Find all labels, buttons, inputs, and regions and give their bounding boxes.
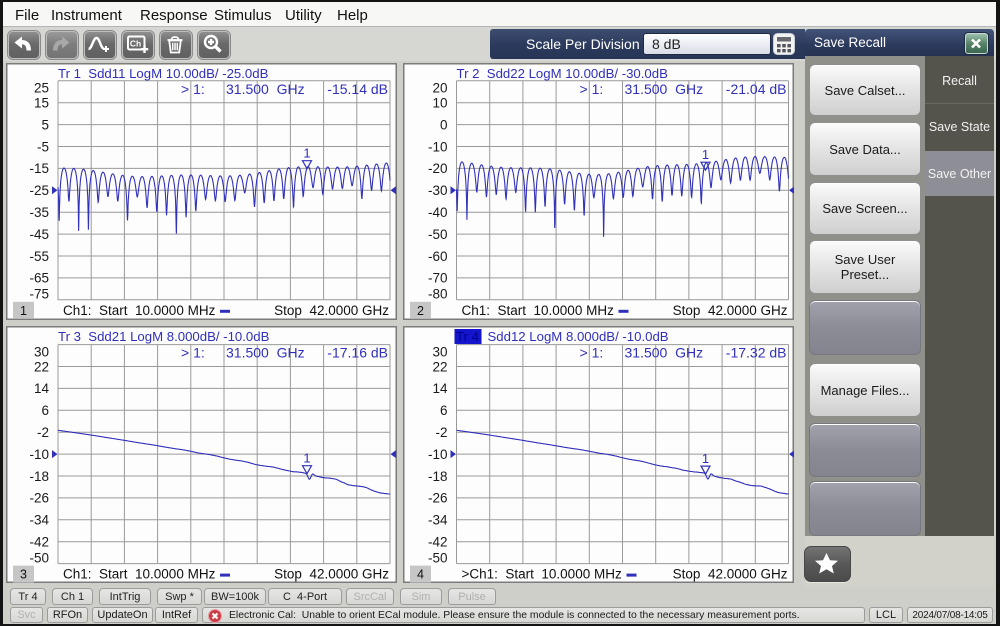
svg-text:1: 1 — [702, 147, 709, 162]
svg-text:30: 30 — [34, 344, 49, 359]
svg-text:-50: -50 — [428, 550, 448, 565]
svg-text:0: 0 — [440, 117, 448, 132]
svg-text:Ch1: Start 10.0000 MHz: Ch1: Start 10.0000 MHz — [63, 567, 216, 582]
svg-text:31.500 GHz: 31.500 GHz — [625, 345, 704, 361]
svg-text:-15.14 dB: -15.14 dB — [327, 81, 388, 97]
svg-text:22: 22 — [34, 359, 49, 374]
svg-text:> 1:: > 1: — [580, 81, 604, 97]
svg-text:-17.32 dB: -17.32 dB — [726, 345, 787, 361]
svg-text:-10: -10 — [428, 139, 448, 154]
svg-text:-50: -50 — [428, 227, 448, 242]
svg-text:Ch1: Start 10.0000 MHz: Ch1: Start 10.0000 MHz — [63, 303, 216, 318]
svg-text:Ch1: Start 10.0000 MHz: Ch1: Start 10.0000 MHz — [462, 303, 615, 318]
svg-text:-26: -26 — [428, 491, 448, 506]
svg-text:Ch: Ch — [130, 39, 141, 49]
svg-text:Stop 42.0000 GHz: Stop 42.0000 GHz — [274, 567, 389, 582]
svg-text:-34: -34 — [428, 513, 448, 528]
svg-text:14: 14 — [34, 381, 50, 396]
svg-text:-30: -30 — [428, 183, 448, 198]
svg-text:-80: -80 — [428, 287, 448, 302]
svg-text:-42: -42 — [428, 535, 448, 550]
svg-text:20: 20 — [432, 81, 447, 96]
svg-text:31.500 GHz: 31.500 GHz — [226, 81, 305, 97]
svg-text:10: 10 — [432, 96, 447, 111]
svg-text:-2: -2 — [435, 425, 447, 440]
svg-text:-20: -20 — [428, 161, 448, 176]
svg-text:-75: -75 — [29, 287, 49, 302]
svg-text:1: 1 — [20, 304, 27, 318]
svg-text:> 1:: > 1: — [181, 81, 205, 97]
svg-text:30: 30 — [432, 344, 447, 359]
svg-text:14: 14 — [432, 381, 448, 396]
svg-text:-60: -60 — [428, 249, 448, 264]
svg-text:-18: -18 — [428, 469, 448, 484]
svg-text:1: 1 — [303, 451, 310, 466]
svg-text:Tr 2 Sdd22 LogM 10.00dB/ -30.: Tr 2 Sdd22 LogM 10.00dB/ -30.0dB — [457, 66, 669, 81]
svg-text:-10: -10 — [428, 447, 448, 462]
svg-text:22: 22 — [432, 359, 447, 374]
svg-text:-45: -45 — [29, 227, 49, 242]
svg-text:6: 6 — [440, 403, 448, 418]
svg-text:31.500 GHz: 31.500 GHz — [625, 81, 704, 97]
svg-text:25: 25 — [34, 81, 49, 96]
svg-text:Stop 42.0000 GHz: Stop 42.0000 GHz — [673, 567, 788, 582]
svg-text:-10: -10 — [29, 447, 49, 462]
svg-text:1: 1 — [303, 146, 310, 161]
svg-text:-65: -65 — [29, 271, 49, 286]
svg-text:-42: -42 — [29, 535, 49, 550]
svg-text:Sdd12 LogM 8.000dB/ -10.0dB: Sdd12 LogM 8.000dB/ -10.0dB — [488, 329, 669, 344]
svg-text:15: 15 — [34, 96, 49, 111]
svg-text:-26: -26 — [29, 491, 49, 506]
svg-text:-18: -18 — [29, 469, 49, 484]
svg-text:-55: -55 — [29, 249, 49, 264]
svg-text:6: 6 — [41, 403, 49, 418]
svg-text:Stop 42.0000 GHz: Stop 42.0000 GHz — [274, 303, 389, 318]
svg-text:2: 2 — [417, 304, 424, 318]
svg-text:> 1:: > 1: — [580, 345, 604, 361]
svg-text:-35: -35 — [29, 205, 49, 220]
svg-text:Stop 42.0000 GHz: Stop 42.0000 GHz — [673, 303, 788, 318]
svg-text:> 1:: > 1: — [181, 345, 205, 361]
svg-text:Tr 3 Sdd21 LogM 8.000dB/ -10.: Tr 3 Sdd21 LogM 8.000dB/ -10.0dB — [58, 329, 270, 344]
svg-text:5: 5 — [41, 117, 49, 132]
svg-text:-34: -34 — [29, 513, 49, 528]
svg-text:4: 4 — [417, 568, 424, 582]
svg-text:1: 1 — [702, 451, 709, 466]
svg-text:-40: -40 — [428, 205, 448, 220]
svg-text:-17.16 dB: -17.16 dB — [327, 345, 388, 361]
svg-text:3: 3 — [20, 568, 27, 582]
svg-text:-2: -2 — [37, 425, 49, 440]
svg-text:Tr 4: Tr 4 — [456, 329, 479, 344]
svg-text:-15: -15 — [29, 161, 49, 176]
svg-text:Tr 1 Sdd11 LogM 10.00dB/ -25.: Tr 1 Sdd11 LogM 10.00dB/ -25.0dB — [58, 66, 269, 81]
svg-text:-21.04 dB: -21.04 dB — [726, 81, 787, 97]
svg-text:-25: -25 — [29, 183, 49, 198]
svg-text:-70: -70 — [428, 271, 448, 286]
svg-text:-50: -50 — [29, 550, 49, 565]
svg-text:>Ch1: Start 10.0000 MHz: >Ch1: Start 10.0000 MHz — [462, 567, 622, 582]
svg-text:31.500 GHz: 31.500 GHz — [226, 345, 305, 361]
svg-text:-5: -5 — [37, 139, 49, 154]
